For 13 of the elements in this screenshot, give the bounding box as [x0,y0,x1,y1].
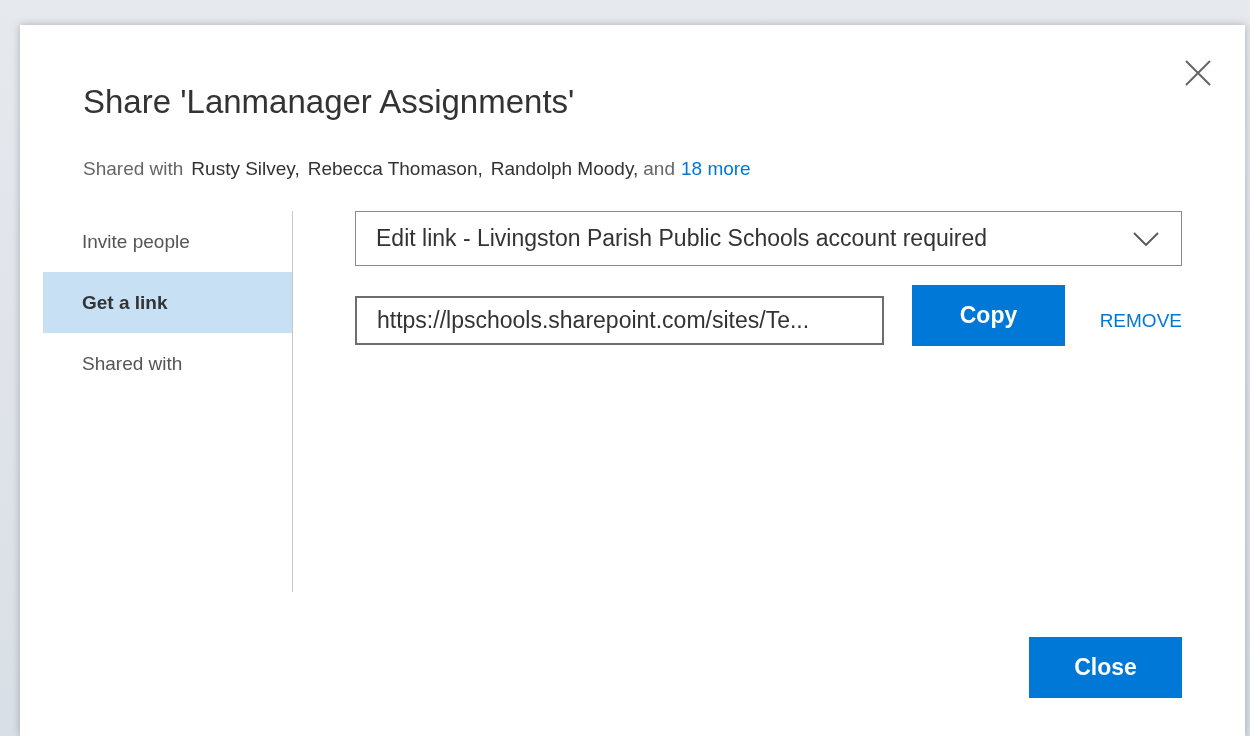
close-icon[interactable] [1183,58,1213,88]
close-button[interactable]: Close [1029,637,1182,698]
nav-item[interactable]: Get a link [43,272,292,333]
chevron-down-icon [1133,231,1159,246]
nav-item[interactable]: Shared with [43,333,292,394]
more-link[interactable]: 18 more [680,158,751,179]
copy-button[interactable]: Copy [912,285,1065,346]
nav-item[interactable]: Invite people [43,211,292,272]
remove-link[interactable]: REMOVE [1099,309,1182,332]
link-type-dropdown[interactable]: Edit link - Livingston Parish Public Schools account required [355,211,1182,266]
shared-with-text: Shared with Rusty Silvey, Rebecca Thomason, Randolph Moody, and 18 more [83,157,752,181]
dialog-title: Share 'Lanmanager Assignments' [83,82,576,122]
link-url-field[interactable]: https://lpschools.sharepoint.com/sites/Te... [355,296,884,345]
